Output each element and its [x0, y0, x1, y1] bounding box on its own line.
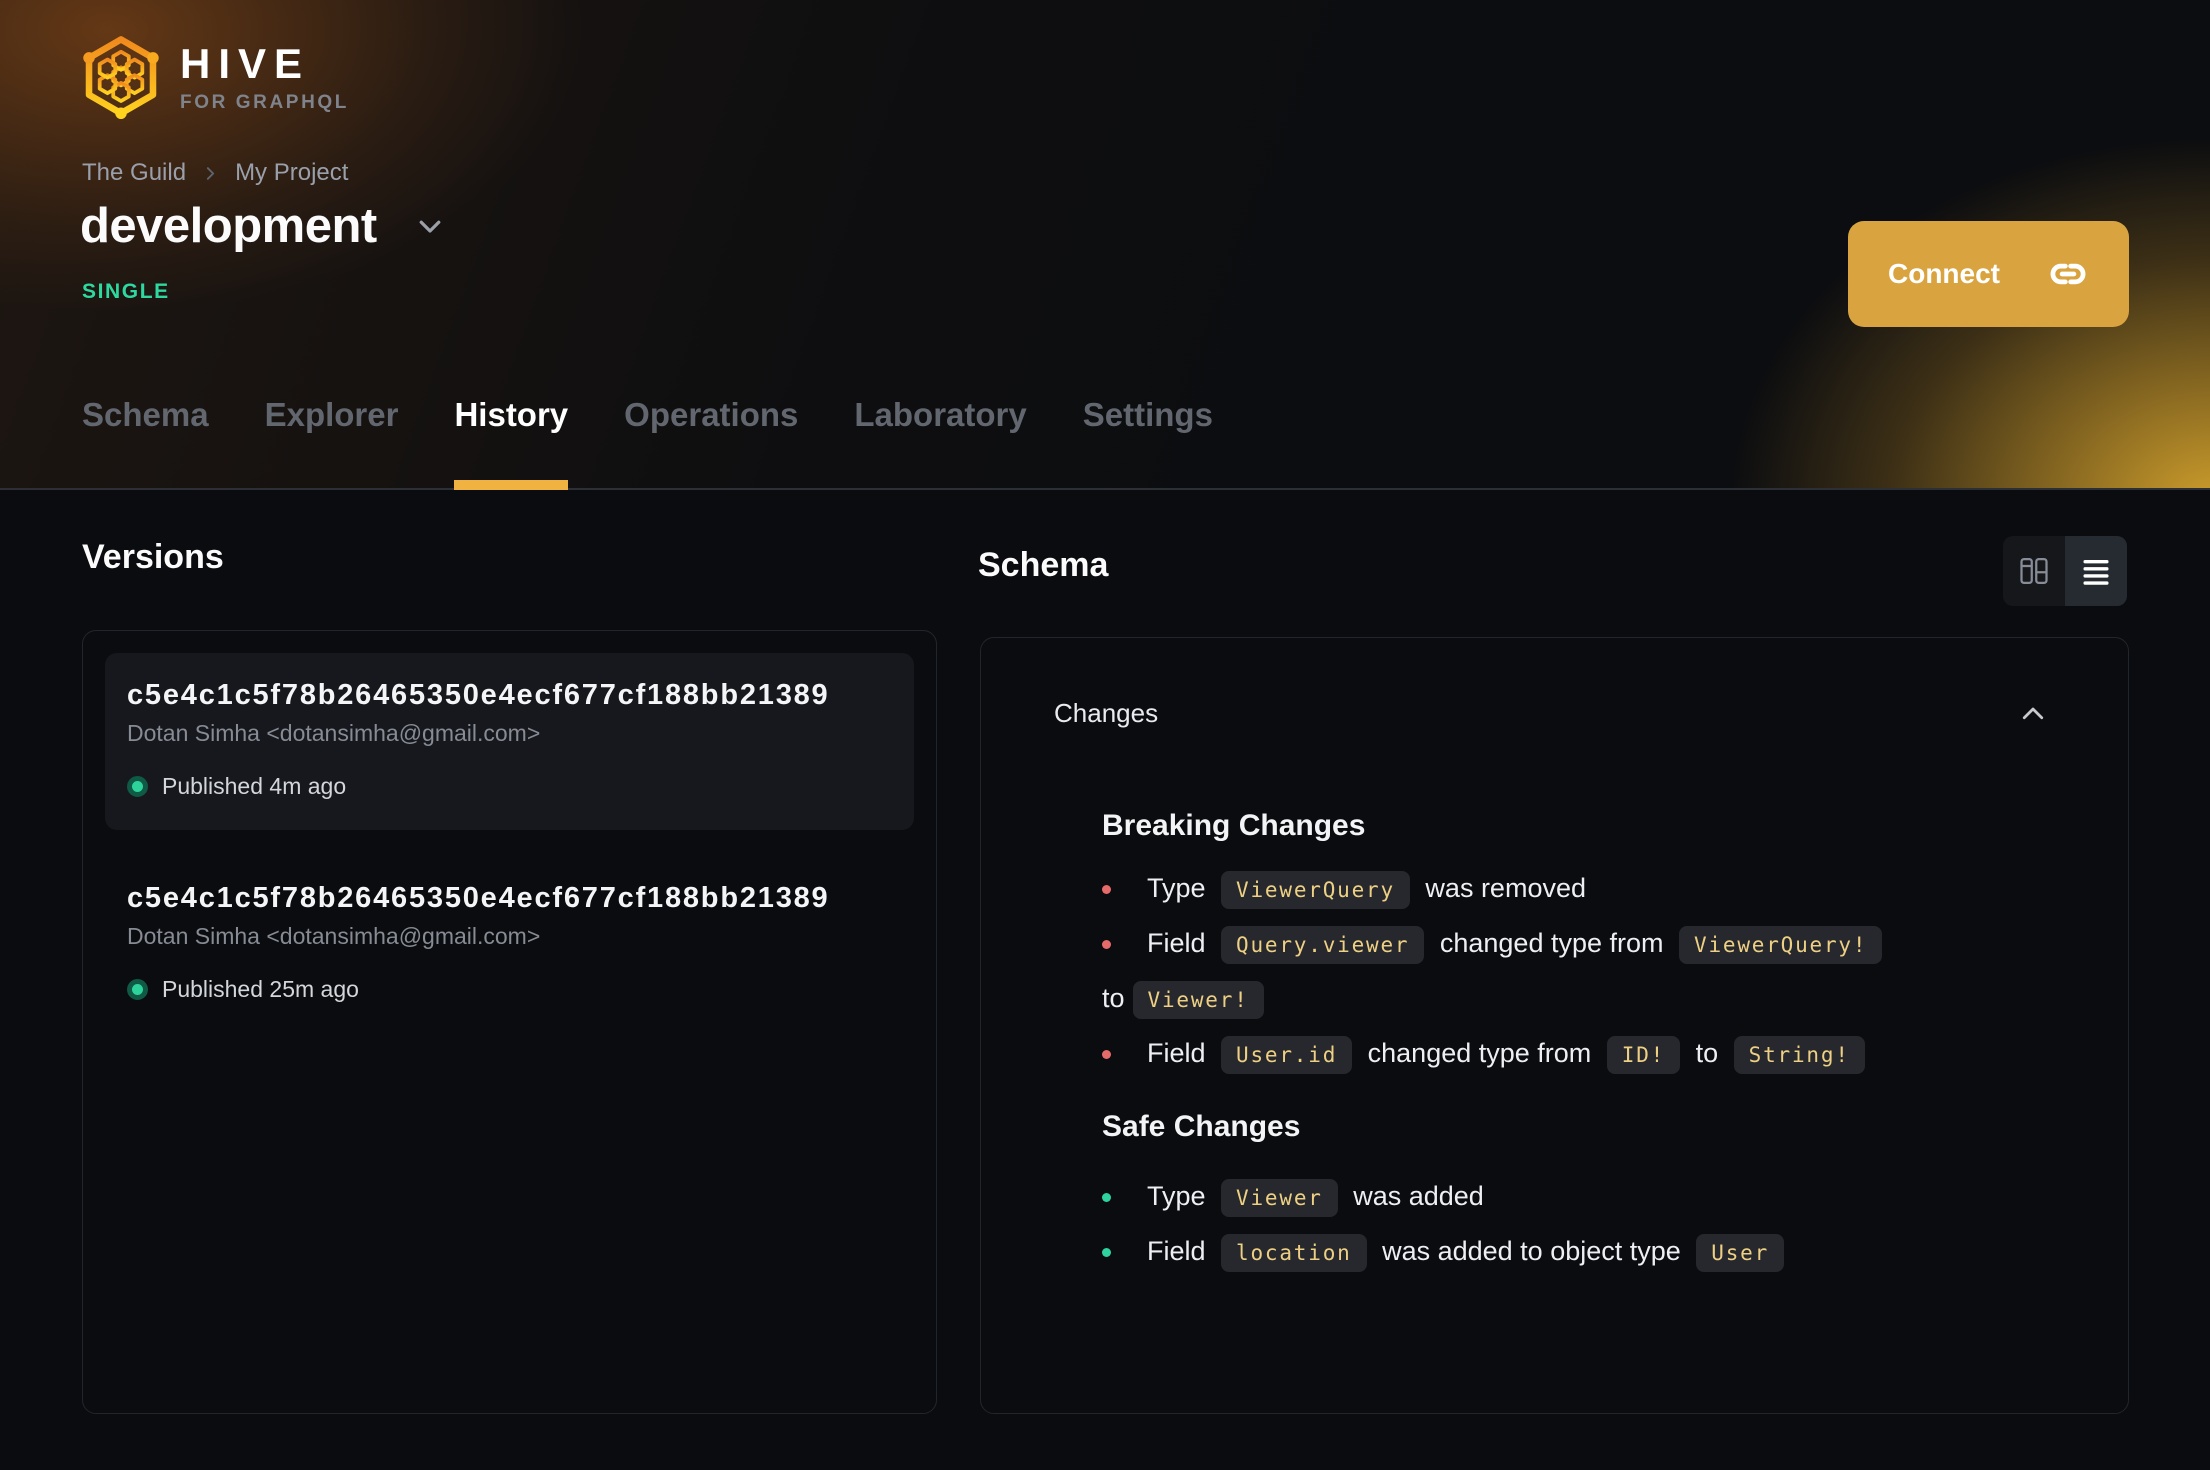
- list-icon: [2083, 560, 2109, 585]
- change-text: Field: [1147, 928, 1214, 958]
- change-item: Field User.id changed type from ID! to S…: [1102, 1027, 2024, 1082]
- target-row: development: [80, 198, 445, 254]
- target-picker-button[interactable]: [415, 211, 445, 241]
- hive-logo-icon: [83, 36, 159, 119]
- target-mode-badge: SINGLE: [82, 280, 170, 303]
- chevron-up-icon: [2022, 707, 2044, 719]
- version-hash: c5e4c1c5f78b26465350e4ecf677cf188bb21389: [127, 882, 830, 914]
- safe-changes-title: Safe Changes: [1102, 1110, 1301, 1143]
- breaking-changes-title: Breaking Changes: [1102, 809, 1366, 842]
- changes-body: Breaking Changes Type ViewerQuery was re…: [981, 809, 2128, 1280]
- version-status-label: Published 4m ago: [162, 773, 347, 799]
- version-status-label: Published 25m ago: [162, 976, 359, 1002]
- connect-label: Connect: [1888, 258, 2000, 289]
- code-chip: String!: [1733, 1036, 1865, 1074]
- published-dot-icon: [127, 776, 148, 797]
- code-chip: User.id: [1221, 1036, 1353, 1074]
- version-author: Dotan Simha <dotansimha@gmail.com>: [127, 720, 541, 746]
- breadcrumb: The Guild My Project: [82, 159, 348, 187]
- connect-button[interactable]: Connect: [1848, 221, 2129, 327]
- version-status: Published 4m ago: [127, 773, 892, 800]
- code-chip: User: [1696, 1234, 1785, 1272]
- change-text: changed type from: [1360, 1038, 1599, 1068]
- version-item-selected[interactable]: c5e4c1c5f78b26465350e4ecf677cf188bb21389…: [105, 653, 914, 830]
- code-chip: Viewer!: [1132, 981, 1264, 1019]
- diff-view-button[interactable]: [2003, 536, 2065, 606]
- tab-history[interactable]: History: [454, 396, 568, 490]
- code-chip: ViewerQuery: [1221, 871, 1410, 909]
- list-view-button[interactable]: [2065, 536, 2127, 606]
- logo-title: HIVE: [180, 39, 311, 87]
- change-text: to: [1102, 983, 1125, 1013]
- changes-section-label: Changes: [1054, 698, 1159, 728]
- chevron-right-icon: [206, 166, 215, 180]
- versions-title: Versions: [82, 538, 224, 576]
- change-text: was removed: [1417, 873, 1586, 903]
- code-chip: Query.viewer: [1221, 926, 1425, 964]
- change-item: Type ViewerQuery was removed: [1102, 862, 2024, 917]
- breadcrumb-project[interactable]: My Project: [235, 159, 348, 187]
- breaking-changes-list: Type ViewerQuery was removed Field Query…: [1102, 862, 2024, 1082]
- logo-text: HIVE FOR GRAPHQL: [180, 39, 349, 114]
- logo-subtitle: FOR GRAPHQL: [180, 91, 349, 113]
- tab-explorer[interactable]: Explorer: [265, 396, 399, 488]
- tab-laboratory[interactable]: Laboratory: [854, 396, 1026, 488]
- safe-changes-list: Type Viewer was added Field location was…: [1102, 1170, 2024, 1280]
- changes-panel: Changes Breaking Changes Type ViewerQuer…: [980, 637, 2129, 1414]
- change-text: was added: [1345, 1181, 1484, 1211]
- tab-bar: Schema Explorer History Operations Labor…: [82, 396, 1213, 490]
- change-item: Type Viewer was added: [1102, 1170, 2024, 1225]
- version-status: Published 25m ago: [127, 976, 892, 1003]
- code-chip: ViewerQuery!: [1679, 926, 1883, 964]
- chevron-down-icon: [419, 220, 441, 233]
- header: HIVE FOR GRAPHQL The Guild My Project de…: [0, 0, 2210, 490]
- version-item[interactable]: c5e4c1c5f78b26465350e4ecf677cf188bb21389…: [105, 856, 914, 1033]
- version-hash: c5e4c1c5f78b26465350e4ecf677cf188bb21389: [127, 679, 830, 711]
- change-text: Field: [1147, 1038, 1214, 1068]
- tab-schema[interactable]: Schema: [82, 396, 209, 488]
- hive-logo[interactable]: HIVE FOR GRAPHQL: [80, 34, 349, 122]
- schema-title: Schema: [978, 546, 1109, 584]
- link-icon: [2050, 263, 2086, 285]
- page-title: development: [80, 199, 377, 253]
- view-toggle: [2003, 536, 2127, 606]
- change-item: Field location was added to object type …: [1102, 1225, 2024, 1280]
- breadcrumb-org[interactable]: The Guild: [82, 159, 186, 187]
- change-text: was added to object type: [1374, 1236, 1689, 1266]
- code-chip: location: [1221, 1234, 1367, 1272]
- change-text: to: [1688, 1038, 1726, 1068]
- change-text: Field: [1147, 1236, 1214, 1266]
- change-text: Type: [1147, 1181, 1214, 1211]
- change-text: Type: [1147, 873, 1214, 903]
- published-dot-icon: [127, 979, 148, 1000]
- code-chip: Viewer: [1221, 1179, 1338, 1217]
- code-chip: ID!: [1606, 1036, 1681, 1074]
- columns-icon: [2020, 558, 2048, 584]
- version-author: Dotan Simha <dotansimha@gmail.com>: [127, 923, 541, 949]
- tab-operations[interactable]: Operations: [624, 396, 798, 488]
- versions-panel: c5e4c1c5f78b26465350e4ecf677cf188bb21389…: [82, 630, 937, 1414]
- change-item: Field Query.viewer changed type from Vie…: [1102, 917, 2024, 1027]
- tab-settings[interactable]: Settings: [1083, 396, 1213, 488]
- main-content: Versions c5e4c1c5f78b26465350e4ecf677cf1…: [0, 492, 2210, 1470]
- change-text: changed type from: [1432, 928, 1671, 958]
- changes-section-header[interactable]: Changes: [981, 638, 2128, 729]
